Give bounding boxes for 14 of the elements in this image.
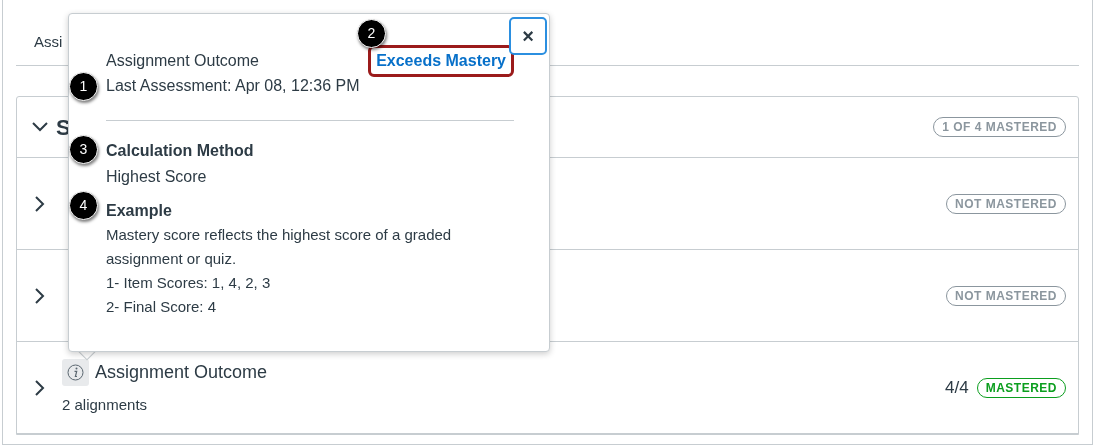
section-heading: Example [106,201,173,221]
calculation-value: Highest Score [106,167,208,187]
score: 4/4 [945,376,969,399]
section-heading: Calculation Method [106,141,255,161]
popover-title: Assignment Outcome [106,51,259,71]
example-text: Mastery score reflects the highest score of a graded assignment or quiz. [106,225,453,269]
info-icon[interactable] [62,358,89,386]
example-text: 2- Final Score: 4 [106,297,218,317]
alignment-count: 2 alignments [62,394,149,415]
outcome-title[interactable]: Assignment Outcome [95,358,268,386]
example-text: 1- Item Scores: 1, 4, 2, 3 [106,273,272,293]
tab[interactable]: Assi [34,31,63,54]
last-assessment: Last Assessment: Apr 08, 12:36 PM [106,76,361,96]
close-button[interactable]: × [509,17,547,55]
